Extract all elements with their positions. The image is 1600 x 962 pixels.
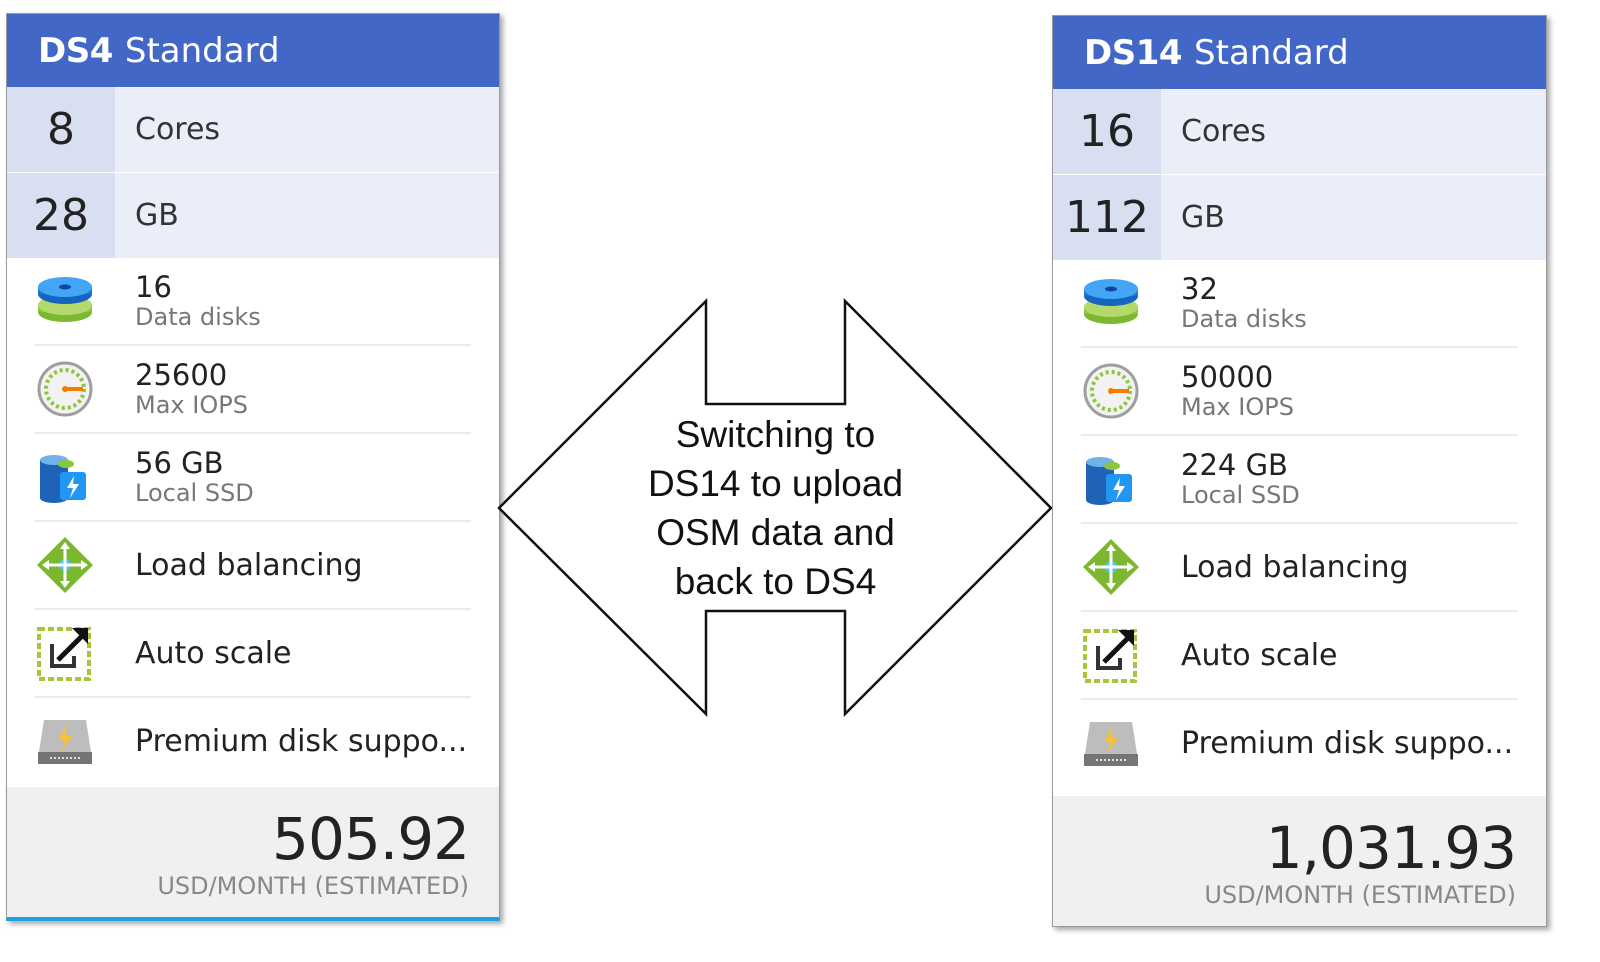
sku-name: DS14 xyxy=(1084,32,1183,73)
feature-list: 16 Data disks 25600 Max IOPS 56 GB Local… xyxy=(7,258,499,784)
price-panel: 505.92 USD/MONTH (ESTIMATED) xyxy=(7,787,499,917)
auto-scale-label: Auto scale xyxy=(135,635,292,671)
feature-load-balancing: Load balancing xyxy=(1081,524,1518,612)
data-disks-value: 32 xyxy=(1181,272,1218,306)
iops-label: Max IOPS xyxy=(1181,393,1294,421)
arrow-caption-line: DS14 to upload xyxy=(647,463,904,504)
local-ssd-icon xyxy=(1081,449,1141,509)
premium-disk-icon xyxy=(35,711,95,771)
feature-premium-disk: Premium disk suppo... xyxy=(1081,700,1518,786)
memory-label: GB xyxy=(1181,200,1225,235)
auto-scale-icon xyxy=(35,623,95,683)
cores-row: 8 Cores xyxy=(7,87,499,172)
arrow-caption-line: OSM data and xyxy=(656,512,895,553)
load-balancing-icon xyxy=(1081,537,1141,597)
card-header: DS4 Standard xyxy=(7,14,499,87)
price-value: 1,031.93 xyxy=(1265,814,1517,882)
vm-size-card-ds4[interactable]: DS4 Standard 8 Cores 28 GB 16 Data disks… xyxy=(6,13,500,921)
load-balancing-label: Load balancing xyxy=(1181,549,1409,585)
arrow-caption-line: Switching to xyxy=(675,414,876,455)
iops-gauge-icon xyxy=(1081,361,1141,421)
price-caption: USD/MONTH (ESTIMATED) xyxy=(1204,881,1516,909)
sku-tier: Standard xyxy=(124,30,280,71)
data-disks-icon xyxy=(1081,273,1141,333)
premium-disk-label: Premium disk suppo... xyxy=(135,723,468,759)
feature-load-balancing: Load balancing xyxy=(35,522,471,610)
cores-row: 16 Cores xyxy=(1053,89,1546,174)
ssd-label: Local SSD xyxy=(1181,481,1300,509)
price-panel: 1,031.93 USD/MONTH (ESTIMATED) xyxy=(1053,796,1546,926)
price-value: 505.92 xyxy=(272,805,470,873)
local-ssd-icon xyxy=(35,447,95,507)
auto-scale-label: Auto scale xyxy=(1181,637,1338,673)
sku-name: DS4 xyxy=(38,30,113,71)
ssd-value: 56 GB xyxy=(135,446,224,480)
memory-row: 28 GB xyxy=(7,172,499,258)
card-header: DS14 Standard xyxy=(1053,16,1546,89)
premium-disk-icon xyxy=(1081,713,1141,773)
feature-local-ssd: 224 GB Local SSD xyxy=(1081,436,1518,524)
feature-auto-scale: Auto scale xyxy=(35,610,471,698)
ssd-value: 224 GB xyxy=(1181,448,1288,482)
load-balancing-icon xyxy=(35,535,95,595)
memory-label: GB xyxy=(135,198,179,233)
arrow-caption-line: back to DS4 xyxy=(674,561,877,602)
feature-list: 32 Data disks 50000 Max IOPS 224 GB Loca… xyxy=(1053,260,1546,786)
memory-row: 112 GB xyxy=(1053,174,1546,260)
ssd-label: Local SSD xyxy=(135,479,254,507)
feature-data-disks: 16 Data disks xyxy=(35,258,471,346)
feature-local-ssd: 56 GB Local SSD xyxy=(35,434,471,522)
double-arrow: Switching to DS14 to upload OSM data and… xyxy=(497,297,1054,718)
feature-auto-scale: Auto scale xyxy=(1081,612,1518,700)
iops-gauge-icon xyxy=(35,359,95,419)
auto-scale-icon xyxy=(1081,625,1141,685)
iops-value: 50000 xyxy=(1181,360,1274,394)
cores-label: Cores xyxy=(135,112,221,147)
data-disks-label: Data disks xyxy=(135,303,261,331)
sku-tier: Standard xyxy=(1194,32,1349,73)
feature-premium-disk: Premium disk suppo... xyxy=(35,698,471,784)
vm-size-card-ds14[interactable]: DS14 Standard 16 Cores 112 GB 32 Data di… xyxy=(1052,15,1547,927)
arrow-caption: Switching to DS14 to upload OSM data and… xyxy=(497,410,1054,606)
premium-disk-label: Premium disk suppo... xyxy=(1181,725,1514,761)
iops-value: 25600 xyxy=(135,358,228,392)
memory-value: 112 xyxy=(1053,175,1161,260)
data-disks-icon xyxy=(35,271,95,331)
price-caption: USD/MONTH (ESTIMATED) xyxy=(157,872,469,900)
cores-value: 16 xyxy=(1053,89,1161,174)
feature-max-iops: 50000 Max IOPS xyxy=(1081,348,1518,436)
cores-label: Cores xyxy=(1181,114,1267,149)
iops-label: Max IOPS xyxy=(135,391,248,419)
data-disks-value: 16 xyxy=(135,270,172,304)
feature-max-iops: 25600 Max IOPS xyxy=(35,346,471,434)
data-disks-label: Data disks xyxy=(1181,305,1307,333)
load-balancing-label: Load balancing xyxy=(135,547,363,583)
memory-value: 28 xyxy=(7,173,115,258)
feature-data-disks: 32 Data disks xyxy=(1081,260,1518,348)
cores-value: 8 xyxy=(7,87,115,172)
